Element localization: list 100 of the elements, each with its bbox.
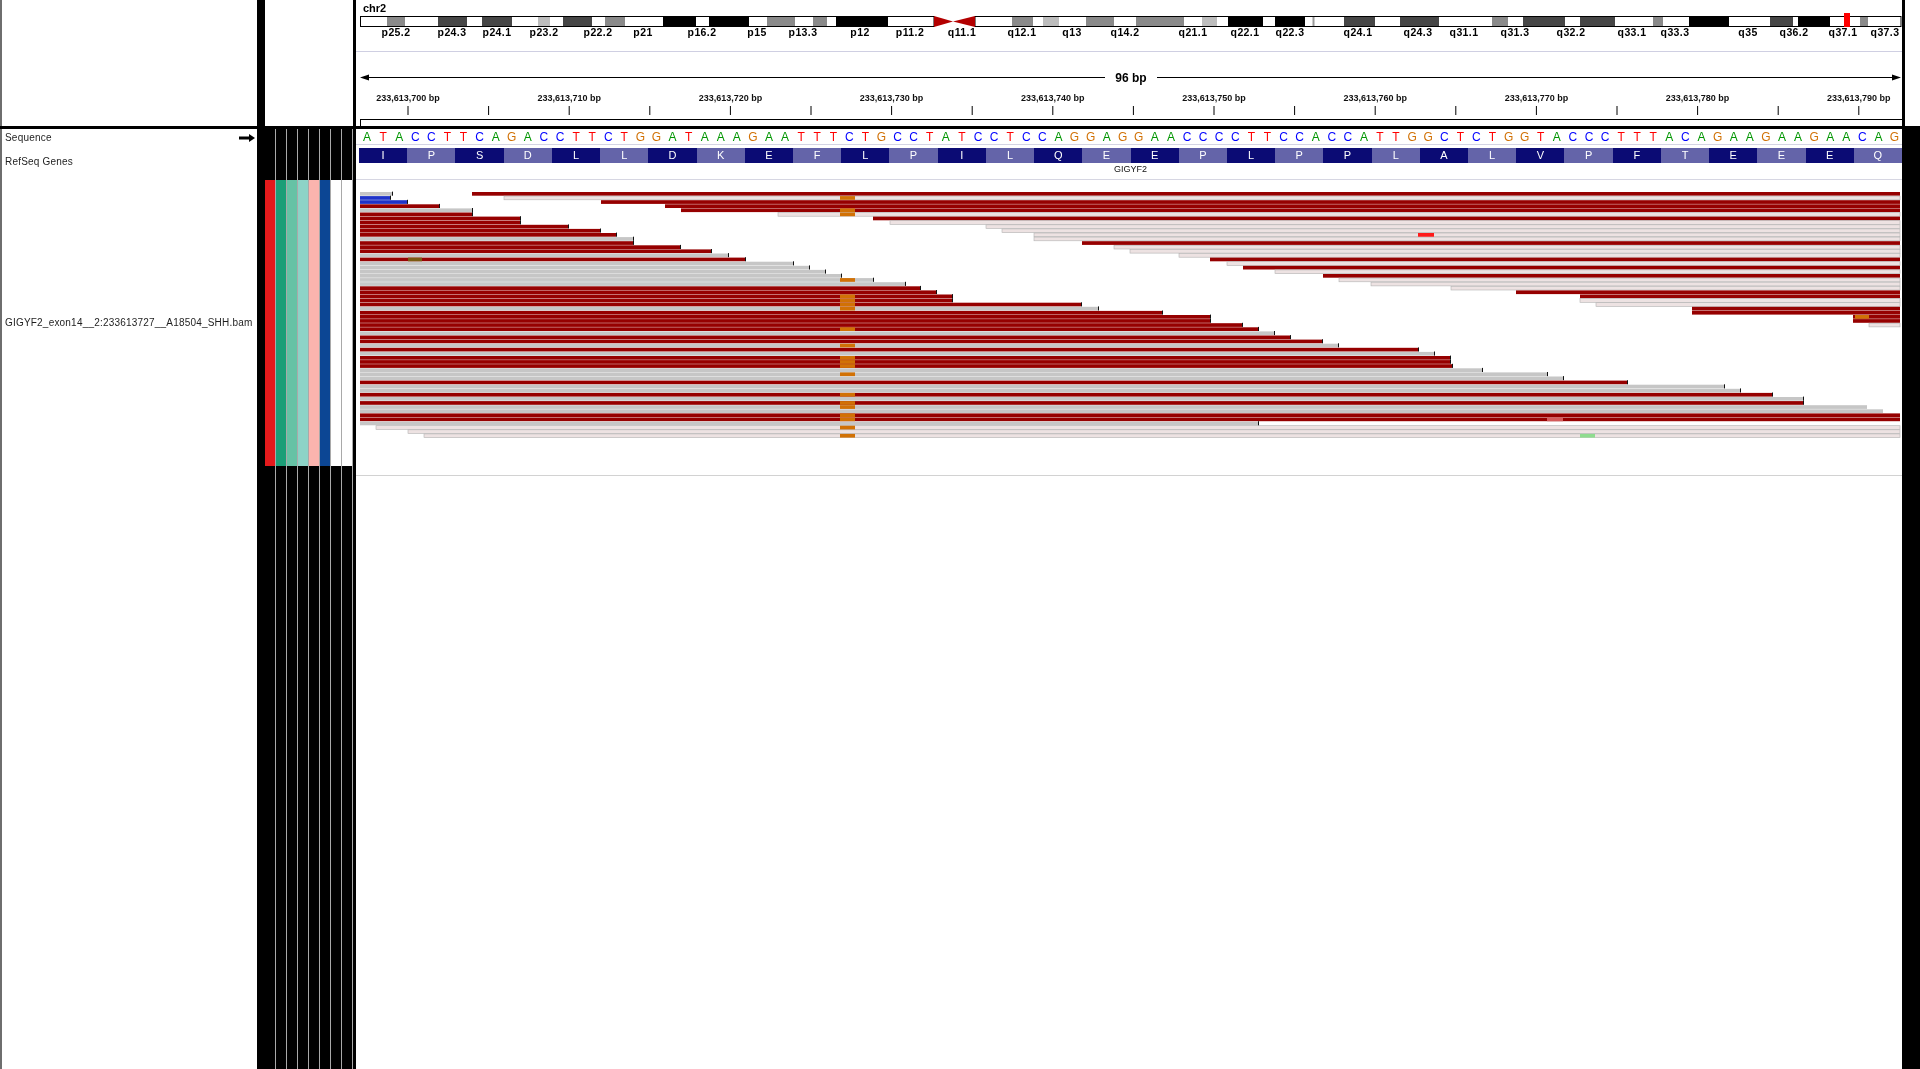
base-letter: A [1551,129,1562,144]
base-letter: C [844,129,855,144]
band-label: q37.1 [1828,26,1858,38]
amino-acid-cell: E [1082,148,1131,163]
position-label: 233,613,700 bp [376,93,440,103]
base-letter: A [490,129,501,144]
span-label: 96 bp [1115,71,1147,85]
amino-acid-cell: D [648,148,697,163]
base-letter: C [1197,129,1209,144]
base-letter: A [699,129,710,144]
band-label: q22.3 [1275,26,1305,38]
base-letter: C [538,129,550,144]
amino-acid-cell: L [551,148,601,163]
amino-acid-cell: P [407,148,456,163]
base-letter: T [796,129,806,144]
band-label: q24.1 [1343,26,1373,38]
base-letter: C [972,129,984,144]
base-letter: G [1888,129,1901,144]
base-letter: A [522,129,533,144]
amino-acid-cell: L [985,148,1035,163]
band-label: q37.3 [1870,26,1900,38]
base-letter: A [1841,129,1852,144]
band-label: p24.3 [437,26,467,38]
base-letter: G [1084,129,1097,144]
band-label: q24.3 [1403,26,1433,38]
amino-acid-cell: P [1275,148,1324,163]
base-letter: G [1406,129,1418,144]
base-letter: C [554,129,566,144]
track-name: RefSeq Genes [5,156,73,168]
base-letter: T [458,129,469,144]
base-letter: G [1808,129,1820,144]
position-label: 233,613,790 bp [1827,93,1891,103]
base-letter: C [426,129,437,144]
amino-acid-cell: L [1468,148,1517,163]
band-label: p15 [747,26,767,38]
amino-acid-cell: T [1660,148,1710,163]
amino-acid-cell: F [792,148,842,163]
amino-acid-cell: E [1805,148,1854,163]
base-letter: A [1358,129,1369,144]
base-letter: T [812,129,822,144]
base-letter: G [1502,129,1515,144]
base-letter: C [1181,129,1193,144]
band-label: p13.3 [788,26,818,38]
amino-acid-cell: P [1564,148,1613,163]
amino-acid-cell: E [1757,148,1806,163]
base-letter: C [1599,129,1611,144]
chromosome-label: chr2 [363,2,387,14]
position-label: 233,613,710 bp [537,93,601,103]
base-letter: C [1438,129,1450,144]
base-letter: A [1101,129,1112,144]
band-label: p12 [850,26,870,38]
base-letter: A [940,129,951,144]
base-letter: C [1294,129,1305,144]
base-letter: A [1825,129,1836,144]
amino-acid-cell: E [1709,148,1758,163]
position-label: 233,613,740 bp [1021,93,1085,103]
base-letter: A [1165,129,1176,144]
amino-acid-cell: Q [1034,148,1083,163]
base-letter: C [1680,129,1691,144]
base-letter: A [1696,129,1707,144]
base-letter: T [619,129,629,144]
amino-acid-cell: I [937,148,986,163]
amino-acid-cell: F [1612,148,1661,163]
amino-acid-cell: Q [1853,148,1902,163]
amino-acid-cell: P [889,148,938,163]
base-letter: A [1776,129,1787,144]
base-letter: T [587,129,597,144]
amino-acid-cell: L [1226,148,1276,163]
chromosome-ideogram[interactable] [360,13,1902,27]
base-letter: C [892,129,903,144]
base-letter: G [1422,129,1434,144]
band-label: q33.1 [1617,26,1647,38]
band-label: q32.2 [1556,26,1586,38]
amino-acid-cell: L [1371,148,1420,163]
base-letter: T [1375,129,1385,144]
base-letter: T [1487,129,1498,144]
base-letter: G [1133,129,1145,144]
band-label: q11.1 [947,26,977,38]
base-letter: G [875,129,888,144]
base-letter: T [1005,129,1015,144]
amino-acid-cell: E [744,148,793,163]
base-letter: G [1068,129,1081,144]
base-letter: T [683,129,694,144]
position-label: 233,613,720 bp [698,93,763,103]
base-letter: C [1583,129,1595,144]
amino-acid-cell: L [841,148,890,163]
base-letter: C [602,129,614,144]
base-letter: C [908,129,920,144]
base-letter: C [1229,129,1241,144]
base-letter: A [1728,129,1739,144]
amino-acid-cell: V [1516,148,1565,163]
band-label: q14.2 [1110,26,1140,38]
base-letter: C [1342,129,1354,144]
base-letter: T [1455,129,1465,144]
base-letter: T [925,129,935,144]
right-arrow-icon[interactable] [239,133,255,142]
band-label: q36.2 [1779,26,1809,38]
position-label: 233,613,750 bp [1182,93,1246,103]
base-letter: A [1664,129,1675,144]
band-label: q33.3 [1660,26,1690,38]
